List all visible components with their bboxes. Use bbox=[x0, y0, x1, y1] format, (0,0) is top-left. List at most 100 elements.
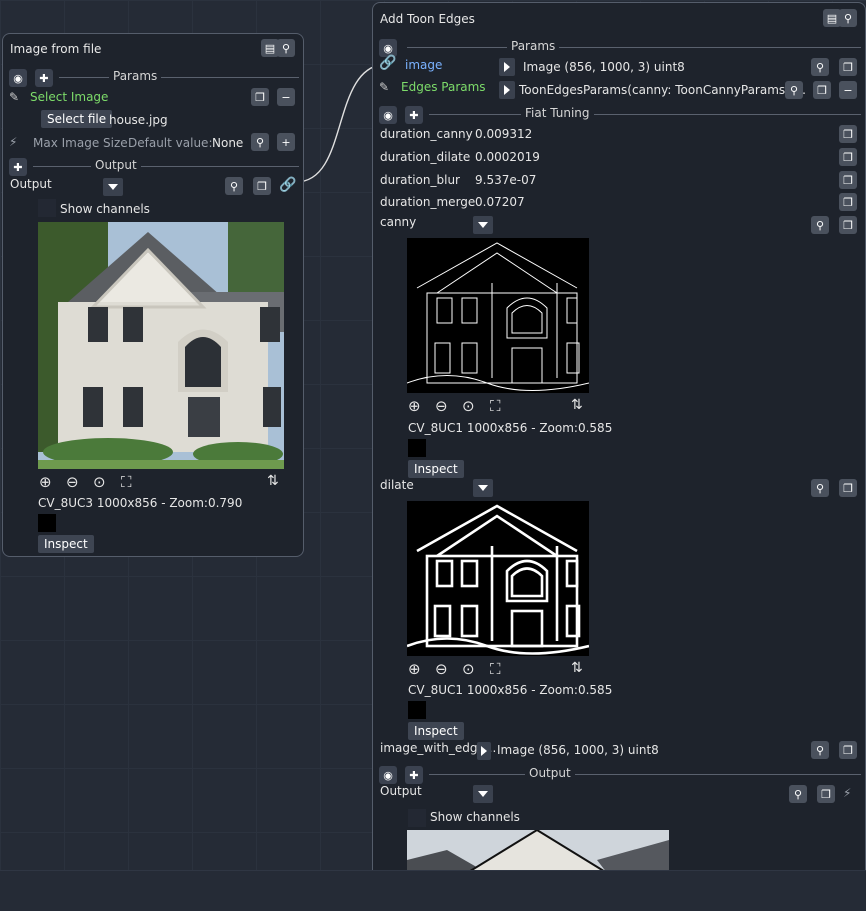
color-swatch bbox=[38, 514, 56, 532]
adjust-icon[interactable]: ⇅ bbox=[571, 397, 583, 413]
plug-icon[interactable]: ⚡ bbox=[843, 786, 851, 800]
duration-name: duration_blur bbox=[380, 173, 460, 187]
zoom-reset-icon[interactable]: ⊙ bbox=[462, 660, 475, 678]
collapse-icon[interactable]: ✚ bbox=[405, 106, 423, 124]
image-info: CV_8UC3 1000x856 - Zoom:0.790 bbox=[38, 496, 243, 510]
plug-icon: ⚡ bbox=[9, 135, 18, 149]
params-label: Params bbox=[109, 69, 162, 83]
eye-icon[interactable]: ◉ bbox=[379, 766, 397, 784]
duration-value: 0.07207 bbox=[475, 195, 525, 209]
duration-name: duration_merge bbox=[380, 195, 476, 209]
zoom-icon[interactable]: ⚲ bbox=[251, 133, 269, 151]
zoom-icon[interactable]: ⚲ bbox=[811, 58, 829, 76]
fullscreen-icon[interactable]: ⛶ bbox=[490, 397, 501, 415]
output-section-label: Output bbox=[91, 158, 141, 172]
zoom-in-icon[interactable]: ⊕ bbox=[408, 397, 421, 415]
zoom-icon[interactable]: ⚲ bbox=[811, 741, 829, 759]
copy-icon[interactable]: ❐ bbox=[251, 88, 269, 106]
color-swatch bbox=[408, 439, 426, 457]
filename: house.jpg bbox=[109, 113, 168, 127]
eye-icon[interactable]: ◉ bbox=[9, 69, 27, 87]
copy-icon[interactable]: ❐ bbox=[839, 193, 857, 211]
link-icon[interactable]: 🔗 bbox=[279, 177, 296, 193]
zoom-reset-icon[interactable]: ⊙ bbox=[93, 473, 106, 491]
copy-icon[interactable]: ❐ bbox=[839, 216, 857, 234]
copy-icon[interactable]: ❐ bbox=[253, 177, 271, 195]
output-dropdown[interactable] bbox=[473, 785, 493, 803]
zoom-icon[interactable]: ⚲ bbox=[277, 39, 295, 57]
output-section-label: Output bbox=[525, 766, 575, 780]
dilate-dropdown[interactable] bbox=[473, 479, 493, 497]
canny-dropdown[interactable] bbox=[473, 216, 493, 234]
show-channels-checkbox[interactable] bbox=[408, 809, 426, 827]
canny-info: CV_8UC1 1000x856 - Zoom:0.585 bbox=[408, 421, 613, 435]
default-value-label: Default value: bbox=[128, 136, 213, 150]
plus-icon[interactable]: + bbox=[277, 133, 295, 151]
copy-icon[interactable]: ❐ bbox=[817, 785, 835, 803]
pencil-icon: ✎ bbox=[9, 90, 20, 104]
edges-params-value: ToonEdgesParams(canny: ToonCannyParams(t… bbox=[519, 83, 806, 97]
zoom-icon[interactable]: ⚲ bbox=[839, 9, 857, 27]
zoom-in-icon[interactable]: ⊕ bbox=[408, 660, 421, 678]
zoom-out-icon[interactable]: ⊖ bbox=[435, 397, 448, 415]
expand-image-button[interactable] bbox=[499, 58, 515, 76]
image-input-value: Image (856, 1000, 3) uint8 bbox=[523, 60, 685, 74]
zoom-icon[interactable]: ⚲ bbox=[225, 177, 243, 195]
select-image-label: Select Image bbox=[30, 90, 109, 104]
link-icon[interactable]: 🔗 bbox=[379, 55, 396, 71]
fullscreen-icon[interactable]: ⛶ bbox=[490, 660, 501, 678]
zoom-icon[interactable]: ⚲ bbox=[811, 216, 829, 234]
node-title: Add Toon Edges bbox=[380, 12, 475, 26]
zoom-icon[interactable]: ⚲ bbox=[811, 479, 829, 497]
duration-value: 0.009312 bbox=[475, 127, 533, 141]
collapse-icon[interactable]: ✚ bbox=[405, 766, 423, 784]
image-input-label: image bbox=[405, 58, 443, 72]
duration-name: duration_canny bbox=[380, 127, 473, 141]
zoom-icon[interactable]: ⚲ bbox=[789, 785, 807, 803]
fiat-tuning-label: Fiat Tuning bbox=[521, 106, 594, 120]
dilate-image bbox=[407, 501, 589, 656]
expand-edges-params-button[interactable] bbox=[499, 81, 515, 99]
output-dropdown[interactable] bbox=[103, 178, 123, 196]
show-channels-label: Show channels bbox=[430, 810, 520, 824]
inspect-button[interactable]: Inspect bbox=[408, 722, 464, 740]
copy-icon[interactable]: ❐ bbox=[839, 125, 857, 143]
zoom-out-icon[interactable]: ⊖ bbox=[435, 660, 448, 678]
adjust-icon[interactable]: ⇅ bbox=[571, 660, 583, 676]
show-channels-checkbox[interactable] bbox=[38, 199, 56, 217]
copy-icon[interactable]: ❐ bbox=[839, 171, 857, 189]
edges-params-label: Edges Params bbox=[401, 80, 486, 94]
copy-icon[interactable]: ❐ bbox=[839, 148, 857, 166]
zoom-icon[interactable]: ⚲ bbox=[785, 81, 803, 99]
collapse-icon[interactable]: ✚ bbox=[9, 158, 27, 176]
inspect-button[interactable]: Inspect bbox=[38, 535, 94, 553]
select-file-button[interactable]: Select file bbox=[41, 110, 113, 128]
node-title: Image from file bbox=[10, 42, 102, 56]
collapse-icon[interactable]: ✚ bbox=[35, 69, 53, 87]
canny-label: canny bbox=[380, 215, 417, 229]
image-with-edges-value: Image (856, 1000, 3) uint8 bbox=[497, 743, 659, 757]
minus-icon[interactable]: − bbox=[839, 81, 857, 99]
output-label: Output bbox=[10, 177, 52, 191]
output-image bbox=[407, 830, 669, 873]
copy-icon[interactable]: ❐ bbox=[839, 479, 857, 497]
expand-image-with-edges-button[interactable] bbox=[477, 742, 491, 760]
copy-icon[interactable]: ❐ bbox=[839, 58, 857, 76]
zoom-reset-icon[interactable]: ⊙ bbox=[462, 397, 475, 415]
add-toon-edges-node[interactable]: Add Toon Edges ▤ ⚲ ◉ Params 🔗 image Imag… bbox=[372, 2, 866, 873]
copy-icon[interactable]: ❐ bbox=[839, 741, 857, 759]
max-image-size-label: Max Image Size bbox=[33, 136, 128, 150]
inspect-button[interactable]: Inspect bbox=[408, 460, 464, 478]
zoom-in-icon[interactable]: ⊕ bbox=[39, 473, 52, 491]
copy-icon[interactable]: ❐ bbox=[813, 81, 831, 99]
adjust-icon[interactable]: ⇅ bbox=[267, 473, 279, 489]
pencil-icon: ✎ bbox=[379, 80, 390, 94]
image-from-file-node[interactable]: Image from file ▤ ⚲ ◉ ✚ Params ✎ Select … bbox=[2, 33, 304, 557]
duration-value: 9.537e-07 bbox=[475, 173, 537, 187]
eye-icon[interactable]: ◉ bbox=[379, 106, 397, 124]
zoom-out-icon[interactable]: ⊖ bbox=[66, 473, 79, 491]
fullscreen-icon[interactable]: ⛶ bbox=[121, 473, 132, 491]
minus-icon[interactable]: − bbox=[277, 88, 295, 106]
color-swatch bbox=[408, 701, 426, 719]
house-image bbox=[38, 222, 284, 469]
